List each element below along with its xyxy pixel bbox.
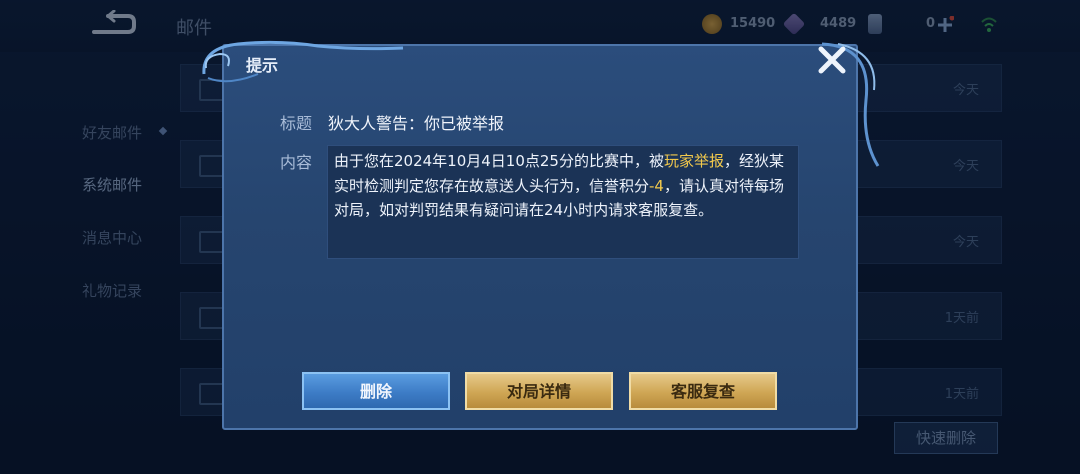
subject-label: 标题 <box>280 114 313 133</box>
content-text: 由于您在2024年10月4日10点25分的比赛中，被 <box>334 152 664 170</box>
close-icon[interactable] <box>816 44 848 76</box>
content-highlight: -4 <box>649 176 664 195</box>
match-details-button[interactable]: 对局详情 <box>465 372 613 410</box>
content-label: 内容 <box>280 153 313 172</box>
dialog-title: 提示 <box>246 56 279 75</box>
mail-content: 由于您在2024年10月4日10点25分的比赛中，被玩家举报，经狄某实时检测判定… <box>327 145 799 259</box>
delete-button[interactable]: 删除 <box>302 372 450 410</box>
mail-subject: 狄大人警告：你已被举报 <box>328 114 505 133</box>
header-ornament <box>202 40 404 83</box>
content-highlight: 玩家举报 <box>663 152 724 170</box>
support-review-button[interactable]: 客服复查 <box>629 372 777 410</box>
